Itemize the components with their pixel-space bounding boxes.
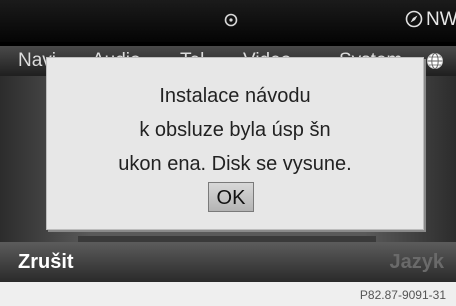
disc-icon <box>224 13 238 27</box>
globe-icon[interactable] <box>426 52 444 70</box>
dialog-line-3: ukon ena. Disk se vysune. <box>118 153 352 175</box>
dialog-line-2: k obsluze byla úsp šn <box>139 119 331 141</box>
compass-icon <box>405 10 423 28</box>
dialog-line-1: Instalace návodu <box>159 85 311 107</box>
bottom-bar: Zrušit Jazyk <box>0 242 456 282</box>
language-button[interactable]: Jazyk <box>390 251 445 274</box>
status-bar: NW <box>0 0 456 42</box>
figure-id: P82.87-9091-31 <box>359 288 446 302</box>
head-unit-screen: NW Navi Audio Tel Video System Zrušit Ja… <box>0 0 456 282</box>
cancel-button[interactable]: Zrušit <box>18 251 74 274</box>
ok-button[interactable]: OK <box>208 182 254 212</box>
message-dialog: Instalace návodu k obsluze byla úsp šn u… <box>46 57 424 230</box>
compass-heading: NW <box>426 9 456 30</box>
